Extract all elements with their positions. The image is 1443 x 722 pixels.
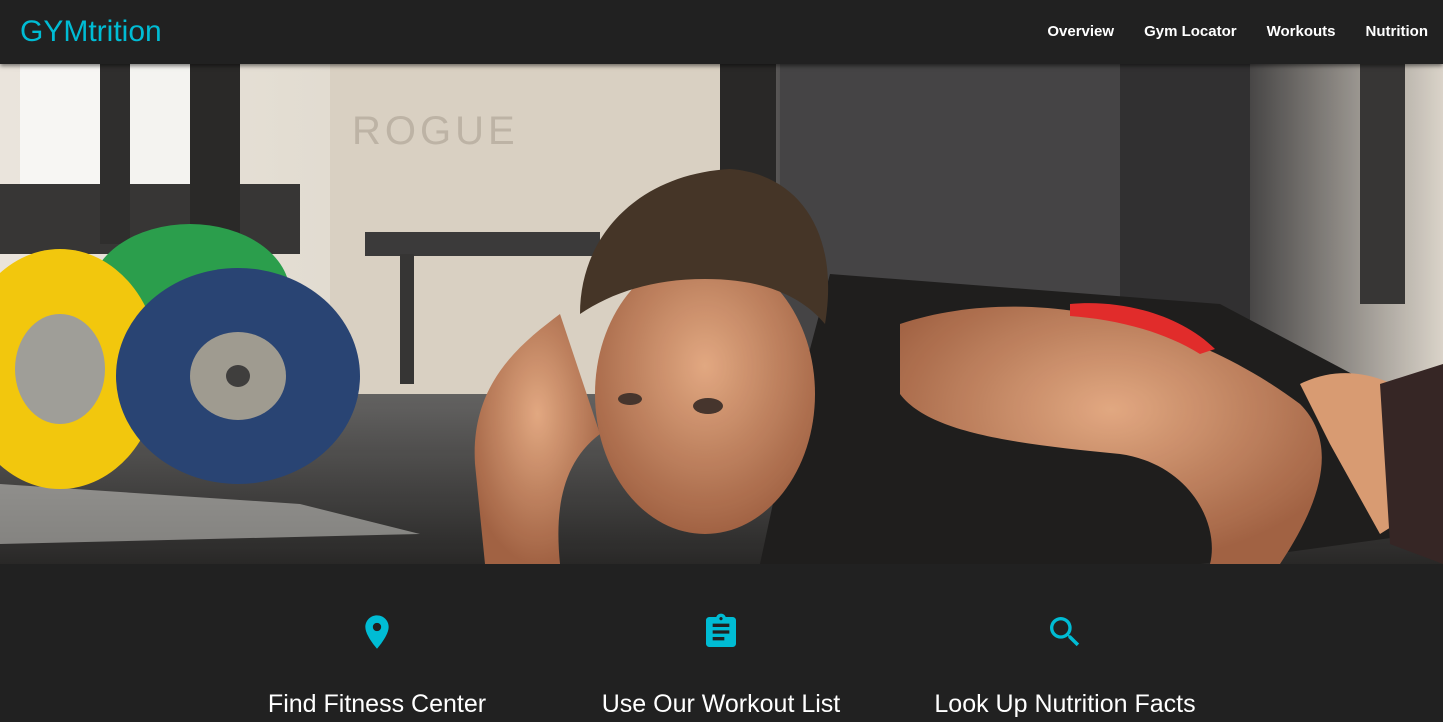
search-icon [1050, 617, 1080, 647]
feature-title: Look Up Nutrition Facts [934, 690, 1196, 718]
features-section: Find Fitness Center Use Our Workout List… [0, 564, 1443, 722]
clipboard-list-icon [706, 613, 736, 647]
nav-item-nutrition[interactable]: Nutrition [1351, 0, 1443, 64]
feature-title: Use Our Workout List [601, 690, 841, 718]
feature-title: Find Fitness Center [267, 690, 487, 718]
brand-logo[interactable]: GYMtrition [20, 12, 162, 52]
nav-item-workouts[interactable]: Workouts [1252, 0, 1351, 64]
main-nav: Overview Gym Locator Workouts Nutrition [1032, 0, 1443, 64]
nav-item-overview[interactable]: Overview [1032, 0, 1129, 64]
nav-item-gym-locator[interactable]: Gym Locator [1129, 0, 1252, 64]
top-navbar: GYMtrition Overview Gym Locator Workouts… [0, 0, 1443, 64]
hero-image: ROGUE [0, 64, 1443, 564]
location-pin-icon [365, 615, 389, 649]
